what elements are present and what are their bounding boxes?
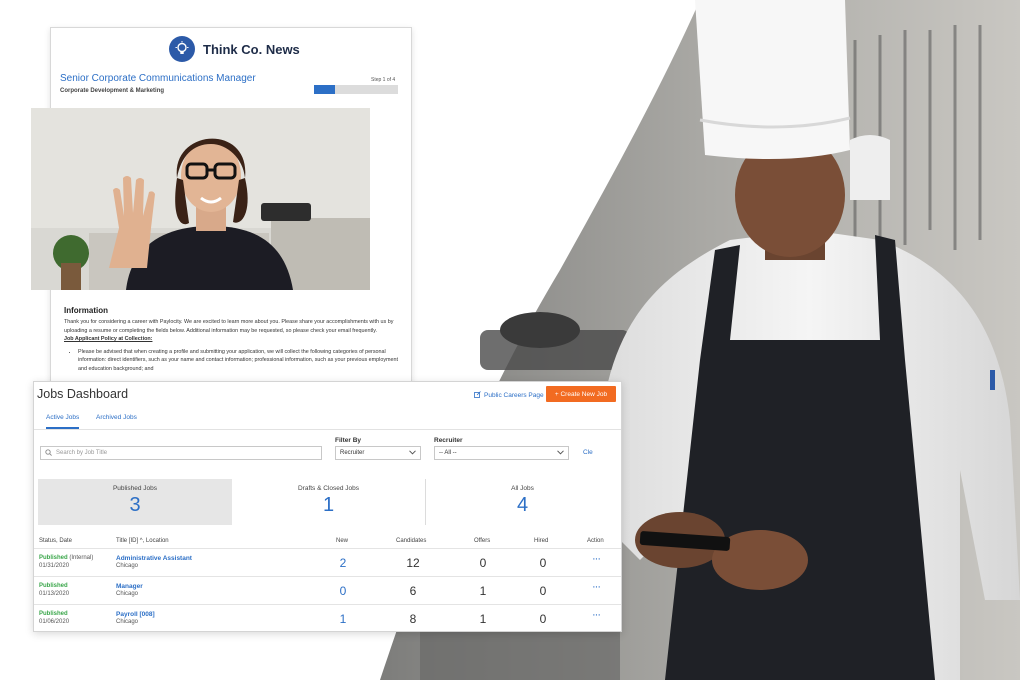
tab-active-jobs[interactable]: Active Jobs: [46, 414, 80, 429]
column-header-new[interactable]: New: [336, 538, 348, 544]
posted-date: 01/13/2020: [39, 591, 70, 597]
job-title-search-input[interactable]: Search by Job Title: [40, 446, 322, 460]
status-label: Published: [39, 611, 68, 617]
search-icon: [45, 448, 52, 458]
row-actions-menu[interactable]: ···: [592, 553, 601, 565]
candidates-count: 6: [409, 584, 417, 598]
column-header-status[interactable]: Status, Date: [39, 538, 72, 544]
column-header-title[interactable]: Title [ID] ^, Location: [116, 538, 169, 544]
published-jobs-stat[interactable]: Published Jobs 3: [38, 479, 232, 525]
filter-by-select[interactable]: Recruiter: [335, 446, 421, 460]
job-location: Chicago: [116, 563, 139, 569]
dashboard-title: Jobs Dashboard: [37, 387, 129, 401]
search-placeholder: Search by Job Title: [56, 450, 108, 456]
status-label: Published (Internal): [39, 555, 94, 561]
column-header-action: Action: [587, 538, 604, 544]
posted-date: 01/31/2020: [39, 563, 70, 569]
clear-filters-link[interactable]: Cle: [583, 449, 593, 456]
status-label: Published: [39, 583, 68, 589]
offers-count: 1: [479, 612, 487, 626]
column-header-candidates[interactable]: Candidates: [396, 538, 426, 544]
info-text-block: Thank you for considering a career with …: [64, 318, 399, 374]
column-header-offers[interactable]: Offers: [474, 538, 490, 544]
brand-header: Think Co. News: [169, 36, 300, 62]
posted-date: 01/06/2020: [39, 619, 70, 625]
stat-value: 1: [322, 494, 335, 516]
table-row[interactable]: Published 01/06/2020 Payroll [008] Chica…: [34, 604, 621, 631]
job-location: Chicago: [116, 591, 139, 597]
job-title-link[interactable]: Manager: [116, 583, 143, 590]
info-paragraph: Thank you for considering a career with …: [64, 319, 394, 334]
progress-bar: [314, 85, 398, 94]
all-jobs-stat[interactable]: All Jobs 4: [426, 479, 619, 525]
filter-by-label: Filter By: [335, 437, 362, 444]
chevron-down-icon: [409, 449, 416, 457]
job-title-link[interactable]: Administrative Assistant: [116, 555, 192, 562]
stat-value: 4: [516, 494, 529, 516]
video-call-image: [31, 108, 370, 290]
progress-bar-fill: [314, 85, 335, 94]
candidates-count: 12: [406, 556, 420, 570]
step-indicator: Step 1 of 4: [371, 77, 396, 83]
chevron-down-icon: [557, 449, 564, 457]
policy-link[interactable]: Job Applicant Policy at Collection:: [64, 335, 399, 344]
candidates-count: 8: [409, 612, 417, 626]
tab-bar: Active Jobs Archived Jobs: [34, 406, 621, 430]
new-count[interactable]: 2: [328, 556, 358, 570]
new-count[interactable]: 1: [328, 612, 358, 626]
recruiter-select[interactable]: -- All --: [434, 446, 569, 460]
hired-count: 0: [539, 612, 547, 626]
stat-label: Published Jobs: [112, 485, 158, 492]
public-careers-label: Public Careers Page: [484, 392, 544, 399]
table-row[interactable]: Published 01/13/2020 Manager Chicago 0 6…: [34, 576, 621, 604]
recruiter-label: Recruiter: [434, 437, 463, 444]
info-heading: Information: [64, 306, 108, 315]
table-row[interactable]: Published (Internal) 01/31/2020 Administ…: [34, 548, 621, 576]
hired-count: 0: [539, 556, 547, 570]
stat-value: 3: [129, 494, 141, 516]
row-actions-menu[interactable]: ···: [592, 609, 601, 621]
stat-label: All Jobs: [511, 485, 534, 492]
row-actions-menu[interactable]: ···: [592, 581, 601, 593]
status-extra: (Internal): [69, 555, 94, 561]
filter-by-value: Recruiter: [340, 450, 365, 456]
job-location: Chicago: [116, 619, 139, 625]
offers-count: 0: [479, 556, 487, 570]
offers-count: 1: [479, 584, 487, 598]
tab-archived-jobs[interactable]: Archived Jobs: [96, 414, 137, 421]
job-title-link[interactable]: Payroll [008]: [116, 611, 155, 618]
policy-list: Please be advised that when creating a p…: [78, 348, 399, 374]
lightbulb-logo-icon: [169, 36, 195, 62]
hired-count: 0: [539, 584, 547, 598]
jobs-dashboard: Jobs Dashboard Public Careers Page + Cre…: [33, 381, 622, 632]
recruiter-value: -- All --: [439, 450, 457, 456]
create-new-job-button[interactable]: + Create New Job: [546, 386, 616, 402]
public-careers-link[interactable]: Public Careers Page: [474, 391, 544, 400]
column-header-hired[interactable]: Hired: [534, 538, 548, 544]
stat-label: Drafts & Closed Jobs: [297, 485, 360, 492]
brand-name: Think Co. News: [203, 41, 300, 57]
waving-woman-illustration: [31, 108, 370, 290]
job-title: Senior Corporate Communications Manager: [60, 73, 256, 84]
external-link-icon: [474, 391, 481, 400]
department-label: Corporate Development & Marketing: [60, 88, 165, 94]
policy-bullet: Please be advised that when creating a p…: [78, 348, 399, 374]
drafts-closed-jobs-stat[interactable]: Drafts & Closed Jobs 1: [232, 479, 425, 525]
new-count[interactable]: 0: [328, 584, 358, 598]
